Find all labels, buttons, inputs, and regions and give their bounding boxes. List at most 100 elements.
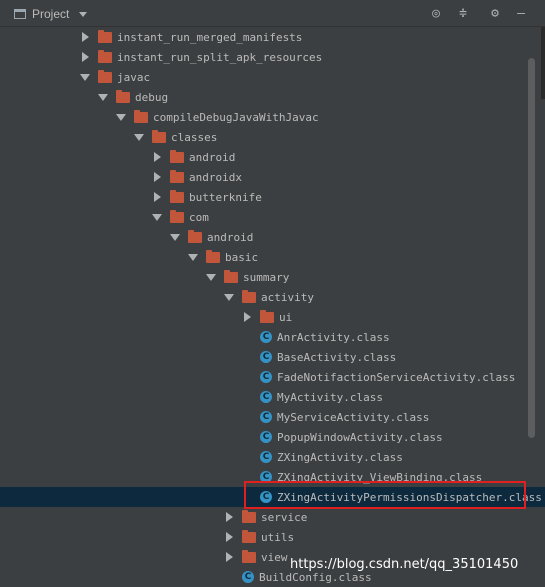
tree-row[interactable]: C FadeNotifactionServiceActivity.class <box>0 367 545 387</box>
expand-right-icon[interactable] <box>152 152 162 162</box>
expand-right-icon[interactable] <box>80 32 90 42</box>
tree-item-label: ZXingActivity.class <box>277 450 403 464</box>
folder-icon <box>98 49 112 63</box>
tree-item-label: android <box>189 150 236 164</box>
class-file-icon: C <box>260 431 272 443</box>
expand-down-icon[interactable] <box>224 292 234 302</box>
editor-edge <box>541 27 545 99</box>
tree-item-label: compileDebugJavaWithJavac <box>153 110 319 124</box>
watermark-text: https://blog.csdn.net/qq_35101450 <box>290 557 519 572</box>
gear-icon[interactable]: ⚙ <box>487 5 503 21</box>
tree-item-label: activity <box>261 290 314 304</box>
expand-right-icon[interactable] <box>80 52 90 62</box>
expand-right-icon[interactable] <box>224 552 234 562</box>
tree-item-label: com <box>189 210 209 224</box>
tree-item-label: javac <box>117 70 151 84</box>
tree-item-label: summary <box>243 270 290 284</box>
tree-item-label: instant_run_merged_manifests <box>117 30 303 44</box>
folder-icon <box>242 509 256 523</box>
expand-right-icon[interactable] <box>152 192 162 202</box>
class-file-icon: C <box>260 451 272 463</box>
class-file-icon: C <box>260 371 272 383</box>
tree-row[interactable]: ui <box>0 307 545 327</box>
tree-item-label: AnrActivity.class <box>277 330 390 344</box>
target-icon[interactable]: ◎ <box>428 5 444 21</box>
hide-icon[interactable]: — <box>513 5 529 21</box>
expand-down-icon[interactable] <box>134 132 144 142</box>
expand-down-icon[interactable] <box>206 272 216 282</box>
tree-row[interactable]: service <box>0 507 545 527</box>
folder-icon <box>242 549 256 563</box>
tree-item-label: MyActivity.class <box>277 390 383 404</box>
folder-icon <box>188 229 202 243</box>
chevron-down-icon[interactable] <box>79 11 88 17</box>
tree-row[interactable]: C ZXingActivity.class <box>0 447 545 467</box>
folder-icon <box>134 109 148 123</box>
tree-row[interactable]: com <box>0 207 545 227</box>
class-file-icon: C <box>260 351 272 363</box>
folder-icon <box>170 209 184 223</box>
tree-item-label: BaseActivity.class <box>277 350 397 364</box>
tree-row[interactable]: classes <box>0 127 545 147</box>
tree-item-label: PopupWindowActivity.class <box>277 430 443 444</box>
expand-down-icon[interactable] <box>152 212 162 222</box>
collapse-all-icon[interactable]: ≑ <box>455 5 471 21</box>
project-window-icon <box>14 9 26 19</box>
expand-right-icon[interactable] <box>152 172 162 182</box>
folder-icon <box>224 269 238 283</box>
highlight-box <box>244 481 526 509</box>
expand-down-icon[interactable] <box>170 232 180 242</box>
tree-row[interactable]: instant_run_split_apk_resources <box>0 47 545 67</box>
tree-row[interactable]: C MyServiceActivity.class <box>0 407 545 427</box>
expand-down-icon[interactable] <box>80 72 90 82</box>
tree-item-label: androidx <box>189 170 242 184</box>
expand-right-icon[interactable] <box>242 312 252 322</box>
vertical-scrollbar[interactable] <box>528 58 535 438</box>
tree-item-label: ui <box>279 310 293 324</box>
tree-item-label: instant_run_split_apk_resources <box>117 50 323 64</box>
folder-icon <box>260 309 274 323</box>
tree-row[interactable]: utils <box>0 527 545 547</box>
folder-icon <box>170 149 184 163</box>
tree-row[interactable]: C MyActivity.class <box>0 387 545 407</box>
tree-row[interactable]: compileDebugJavaWithJavac <box>0 107 545 127</box>
tree-item-label: butterknife <box>189 190 262 204</box>
tree-row[interactable]: instant_run_merged_manifests <box>0 27 545 47</box>
class-file-icon: C <box>260 391 272 403</box>
expand-down-icon[interactable] <box>188 252 198 262</box>
folder-icon <box>206 249 220 263</box>
tree-item-label: debug <box>135 90 169 104</box>
class-file-icon: C <box>260 331 272 343</box>
folder-icon <box>98 29 112 43</box>
tree-row[interactable]: android <box>0 227 545 247</box>
tree-row[interactable]: C BaseActivity.class <box>0 347 545 367</box>
expand-right-icon[interactable] <box>224 532 234 542</box>
tree-row[interactable]: activity <box>0 287 545 307</box>
folder-icon <box>170 169 184 183</box>
tree-row[interactable]: summary <box>0 267 545 287</box>
expand-down-icon[interactable] <box>98 92 108 102</box>
tree-item-label: view <box>261 550 288 564</box>
tree-row[interactable]: javac <box>0 67 545 87</box>
tree-item-label: utils <box>261 530 295 544</box>
tree-row[interactable]: androidx <box>0 167 545 187</box>
project-view-selector[interactable]: Project <box>14 6 88 22</box>
tree-row[interactable]: butterknife <box>0 187 545 207</box>
folder-icon <box>152 129 166 143</box>
tree-row[interactable]: android <box>0 147 545 167</box>
tree-item-label: android <box>207 230 254 244</box>
class-file-icon: C <box>242 571 254 583</box>
tree-item-label: basic <box>225 250 259 264</box>
tree-row[interactable]: debug <box>0 87 545 107</box>
folder-icon <box>98 69 112 83</box>
folder-icon <box>242 529 256 543</box>
expand-down-icon[interactable] <box>116 112 126 122</box>
tree-item-label: BuildConfig.class <box>259 570 372 584</box>
expand-right-icon[interactable] <box>224 512 234 522</box>
folder-icon <box>116 89 130 103</box>
class-file-icon: C <box>260 411 272 423</box>
tree-item-label: classes <box>171 130 218 144</box>
tree-row[interactable]: C AnrActivity.class <box>0 327 545 347</box>
tree-row[interactable]: C PopupWindowActivity.class <box>0 427 545 447</box>
tree-row[interactable]: basic <box>0 247 545 267</box>
